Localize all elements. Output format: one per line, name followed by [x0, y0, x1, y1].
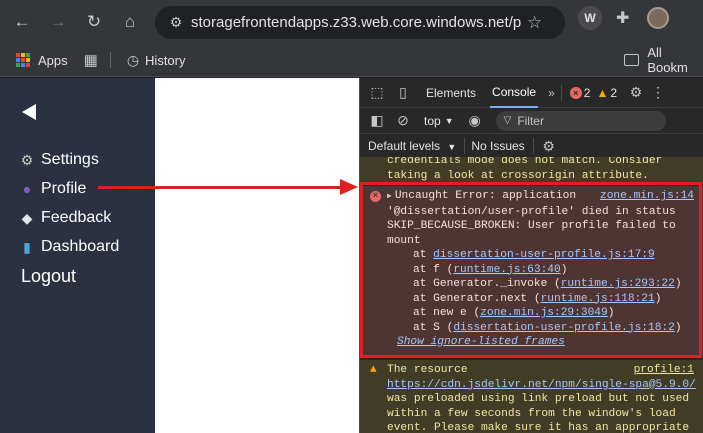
- sidebar-toggle-icon[interactable]: ◧: [368, 112, 386, 129]
- speech-bubble-icon: ◆: [21, 209, 33, 226]
- error-count-badge[interactable]: × 2 ▲ 2: [569, 85, 618, 100]
- toolbar-divider: [560, 84, 562, 101]
- more-tabs-icon[interactable]: »: [548, 86, 555, 100]
- bookmark-history-label: History: [145, 52, 186, 68]
- context-label: top: [424, 113, 441, 128]
- warning-count: 2: [610, 85, 618, 100]
- extension-area: W ✚: [578, 6, 670, 30]
- user-icon: ●: [22, 181, 32, 197]
- forward-arrow-icon[interactable]: →: [40, 4, 76, 40]
- sidebar-item-dashboard[interactable]: ▮ Dashboard: [18, 238, 119, 256]
- console-warning-message: credentials mode does not match. Conside…: [360, 157, 703, 184]
- warning-line: within a few seconds from the window's l…: [387, 407, 676, 420]
- warning-line: was preloaded using link preload but not…: [387, 393, 690, 405]
- home-icon[interactable]: ⌂: [112, 4, 148, 40]
- site-info-icon[interactable]: ⚙: [161, 14, 191, 31]
- live-expression-eye-icon[interactable]: ◉: [466, 112, 484, 129]
- gear-icon: ⚙: [20, 151, 34, 168]
- bookmark-apps-label: Apps: [38, 52, 68, 68]
- apps-grid-icon: [16, 53, 30, 67]
- warning-triangle-icon: ▲: [370, 364, 377, 376]
- back-arrow-icon[interactable]: ←: [4, 4, 40, 40]
- levels-divider: [532, 138, 534, 154]
- filter-input[interactable]: ▽ Filter: [495, 110, 666, 131]
- tab-console[interactable]: Console: [490, 78, 539, 108]
- console-warning-message: ▲ profile:1 The resource https://cdn.jsd…: [360, 360, 703, 433]
- filter-funnel-icon: ▽: [503, 115, 512, 126]
- bookmark-history[interactable]: ◷ History: [127, 52, 186, 69]
- default-levels-dropdown[interactable]: Default levels ▼: [368, 139, 456, 153]
- warning-text: credentials mode does not match. Conside…: [387, 157, 697, 183]
- sidebar-item-feedback[interactable]: ◆ Feedback: [18, 209, 112, 227]
- error-highlight-box: [360, 182, 702, 358]
- device-toolbar-icon[interactable]: ▯: [394, 84, 412, 101]
- bar-chart-icon: ▮: [23, 238, 31, 255]
- all-bookmarks[interactable]: All Bookm: [624, 45, 703, 75]
- screen: ← → ↻ ⌂ ⚙ storagefrontendapps.z33.web.co…: [0, 0, 703, 433]
- bookmark-divider: [109, 52, 111, 68]
- tab-groups-grid-icon[interactable]: ▦: [84, 51, 98, 69]
- sidebar-item-label: Feedback: [41, 209, 112, 226]
- dropdown-caret-icon: ▼: [447, 142, 457, 152]
- console-toolbar: ◧ ⊘ top ▼ ◉ ▽ Filter: [360, 108, 703, 134]
- bookmark-star-icon[interactable]: ☆: [527, 13, 542, 33]
- context-selector[interactable]: top ▼: [424, 114, 454, 128]
- history-clock-icon: ◷: [126, 51, 140, 68]
- address-bar[interactable]: ⚙ storagefrontendapps.z33.web.core.windo…: [155, 6, 565, 39]
- warning-line: credentials mode does not match. Conside…: [387, 157, 663, 167]
- warning-line: The resource: [387, 364, 468, 376]
- devtools-tab-bar: ⬚ ▯ Elements Console » × 2 ▲ 2 ⚙ ⋮: [360, 78, 703, 108]
- extension-w-icon[interactable]: W: [578, 6, 602, 30]
- annotation-arrow-shaft: [98, 186, 342, 189]
- filter-placeholder: Filter: [517, 113, 544, 128]
- collapse-triangle-icon[interactable]: [22, 104, 36, 120]
- sidebar-item-label: Profile: [41, 180, 87, 197]
- app-sidebar: ⚙ Settings ● Profile ◆ Feedback ▮ Dashbo…: [0, 78, 155, 433]
- reload-icon[interactable]: ↻: [76, 4, 112, 40]
- sidebar-item-label: Settings: [41, 151, 99, 168]
- address-url[interactable]: storagefrontendapps.z33.web.core.windows…: [191, 14, 521, 31]
- app-content-area: [155, 78, 359, 433]
- sidebar-item-settings[interactable]: ⚙ Settings: [18, 151, 99, 169]
- settings-gear-icon[interactable]: ⚙: [627, 84, 645, 101]
- tab-elements[interactable]: Elements: [424, 79, 478, 107]
- error-icon: ×: [569, 86, 582, 99]
- sidebar-item-profile[interactable]: ● Profile: [18, 180, 87, 198]
- levels-divider: [464, 138, 466, 154]
- warning-icon: ▲: [596, 85, 609, 100]
- issues-label[interactable]: No Issues: [471, 139, 524, 153]
- console-levels-bar: Default levels ▼ No Issues ⚙: [360, 134, 703, 159]
- clear-console-icon[interactable]: ⊘: [394, 112, 412, 129]
- bookmark-apps[interactable]: Apps: [16, 53, 68, 68]
- console-settings-gear-icon[interactable]: ⚙: [540, 138, 558, 155]
- error-count: 2: [583, 85, 591, 100]
- extensions-puzzle-icon[interactable]: ✚: [616, 8, 629, 28]
- kebab-menu-icon[interactable]: ⋮: [649, 84, 667, 101]
- inspect-element-icon[interactable]: ⬚: [368, 84, 386, 101]
- levels-label: Default levels: [368, 139, 441, 153]
- sidebar-item-label: Dashboard: [41, 238, 120, 255]
- warning-line: taking a look at crossorigin attribute.: [387, 169, 649, 182]
- profile-avatar[interactable]: [647, 7, 670, 29]
- bookmarks-bar: Apps ▦ ◷ History All Bookm: [0, 44, 703, 77]
- all-bookmarks-label: All Bookm: [647, 45, 688, 75]
- dropdown-caret-icon: ▼: [444, 115, 454, 126]
- warning-line: event. Please make sure it has an approp…: [387, 422, 690, 433]
- browser-toolbar: ← → ↻ ⌂ ⚙ storagefrontendapps.z33.web.co…: [0, 0, 703, 44]
- folder-icon: [624, 54, 640, 66]
- logout-link[interactable]: Logout: [21, 266, 76, 287]
- warning-text: The resource https://cdn.jsdelivr.net/np…: [387, 363, 697, 433]
- warning-resource-link[interactable]: https://cdn.jsdelivr.net/npm/single-spa@…: [387, 379, 696, 391]
- annotation-arrow-head: [340, 179, 358, 195]
